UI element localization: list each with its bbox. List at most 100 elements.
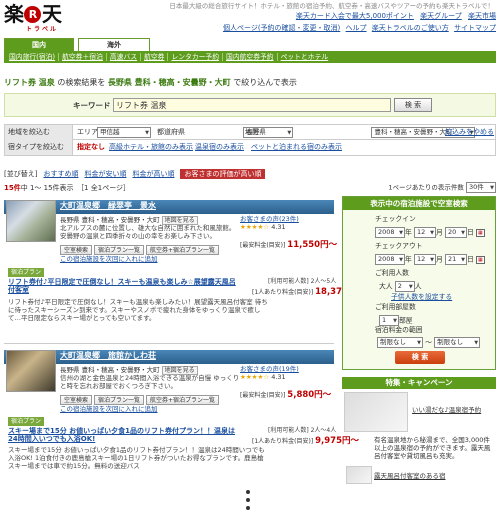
feature-rotenburo-link[interactable]: 露天風呂付客室のある宿 (374, 472, 496, 480)
plan-description: スキー場まで15分 お値いっぱい夕食1品のリフト券付プラン！！温泉は24時間いつ… (8, 446, 265, 471)
pref-label: 都道府県 (157, 128, 185, 136)
tab-overseas[interactable]: 海外 (78, 38, 150, 51)
calendar-icon[interactable]: ▦ (475, 228, 485, 237)
category-item[interactable]: 国内旅行(宿泊) (6, 52, 60, 62)
category-item[interactable]: 航空券 (141, 52, 169, 62)
clear-filter-link[interactable]: 絞込みをやめる (445, 128, 494, 136)
category-item[interactable]: 国内航空券予約 (223, 52, 278, 62)
rating-score: 4.31 (271, 372, 286, 381)
checkin-month-select[interactable]: 12 (413, 227, 436, 238)
checkin-date: 2008年 12月 20日 ▦ (375, 227, 485, 238)
unit-month: 月 (435, 255, 443, 264)
air-plan-button[interactable]: 航空券+宿泊プラン一覧 (146, 245, 220, 255)
budget-min-select[interactable]: 制限なし (377, 337, 423, 348)
category-item[interactable]: レンタカー予約 (168, 52, 224, 62)
hotel-buttons: 空室検索 宿泊プラン一覧 航空券+宿泊プラン一覧 (60, 395, 221, 405)
unit-day: 日 (466, 228, 474, 237)
sort-recommended[interactable]: おすすめ順 (43, 170, 78, 178)
side-search-button[interactable]: 検 索 (395, 351, 445, 364)
logo-text-raku: 楽 (4, 2, 24, 26)
guide-link[interactable]: 楽天トラベルのご使い方 (372, 24, 449, 32)
results-heading: リフト券 温泉 の検索結果を 長野県 豊科・穂高・安曇野・大町 で絞り込んで表示 (4, 78, 297, 88)
tagline: 日本最大級の総合旅行サイト！ホテル・旅館の宿泊予約、航空券・高速バスやツアーの予… (169, 2, 494, 10)
plan-capacity: [利用可能人数] 2人～5人 (268, 278, 337, 285)
checkout-year-select[interactable]: 2008 (375, 254, 405, 265)
category-item[interactable]: 航空券＋宿泊 (59, 52, 107, 62)
checkout-month-select[interactable]: 12 (413, 254, 436, 265)
plan-description: リフト券付♪平日限定で圧倒なし！スキーも温泉も楽しみたい！展望露天風呂付客室 待… (8, 298, 268, 323)
air-plan-button[interactable]: 航空券+宿泊プラン一覧 (146, 395, 220, 405)
keyword-input[interactable]: リフト券 温泉 (113, 98, 391, 112)
region-label: 地区 (245, 128, 259, 136)
plan-list-button[interactable]: 宿泊プラン一覧 (94, 245, 145, 255)
feature-thumb-image[interactable] (346, 466, 372, 484)
calendar-icon[interactable]: ▦ (475, 255, 485, 264)
sort-price-high[interactable]: 料金が高い順 (132, 170, 174, 178)
sort-price-low[interactable]: 料金が安い順 (84, 170, 126, 178)
add-favorite-link[interactable]: この宿泊施設を次回に入れに追加 (60, 405, 158, 414)
heading-suffix: で絞り込んで表示 (230, 78, 297, 87)
type-link-onsen[interactable]: 温泉宿のみ表示 (195, 143, 244, 151)
plan-capacity: [利用可能人数] 2人～4人 (268, 427, 337, 434)
tab-domestic[interactable]: 国内 (4, 38, 74, 51)
per-page-select[interactable]: 30件 (466, 182, 496, 193)
logo-r-mark: R (24, 5, 41, 23)
divider (4, 343, 334, 344)
plan-title-link[interactable]: リフト券付♪平日限定で圧倒なし！スキーも温泉も楽しみ☆展望露天風呂付客室 (8, 278, 238, 295)
type-link-luxury[interactable]: 高級ホテル・旅館のみ表示 (109, 143, 193, 151)
top-nav-ichiba-link[interactable]: 楽天市場 (468, 12, 496, 20)
hotel-reviews: お客さまの声(19件) ★★★★☆ 4.31 (240, 365, 299, 382)
checkout-label: チェックアウト (375, 242, 423, 250)
unit-day: 日 (466, 255, 474, 264)
filter-panel: 地域を絞込む エリア 甲信越 都道府県 長野県 地区 豊科・穂高・安曇野・大町 … (4, 124, 496, 156)
mypage-link[interactable]: 個人ページ(予約の確認・変更・取消) (223, 24, 340, 32)
category-item[interactable]: 高速バス (107, 52, 142, 62)
feature-banner-image[interactable] (344, 392, 408, 432)
hotel-info: 長野県 豊科・穂高・安曇野・大町 地図を見る 信州の湖と金色温泉と24時間入浴でき… (60, 366, 240, 391)
plan-price-label: [1人あたり料金(目安)] (252, 438, 314, 445)
hotel-min-price: [最安料金(目安)] 11,550円～ (240, 240, 337, 250)
top-nav-group-link[interactable]: 楽天グループ (420, 12, 462, 20)
sort-rating-active[interactable]: お客さまの評価が高い順 (180, 169, 266, 180)
rooms-select[interactable]: 1 (379, 315, 399, 326)
help-link[interactable]: ヘルプ (346, 24, 367, 32)
feature-onsen-link[interactable]: いい湯だな♪温泉宿予約 (412, 406, 496, 414)
plan-list-button[interactable]: 宿泊プラン一覧 (94, 395, 145, 405)
category-nav: 国内旅行(宿泊) 航空券＋宿泊 高速バス 航空券 レンタカー予約 国内航空券予約… (4, 51, 496, 63)
hotel-photo[interactable] (6, 200, 56, 242)
add-favorite-link[interactable]: この宿泊施設を次回に入れに追加 (60, 255, 158, 264)
category-item[interactable]: ペットとホテル (278, 53, 332, 61)
plan-title-link[interactable]: スキー場まで15分 お値いっぱい夕食1品のリフト券付プラン！！温泉は24時間入い… (8, 427, 238, 444)
budget-range: 制限なし ～ 制限なし (377, 337, 481, 348)
search-button[interactable]: 検 索 (394, 98, 432, 112)
vacancy-button[interactable]: 空室検索 (60, 245, 93, 255)
hotel-name-link[interactable]: 大町温泉郷 旅館かしわ荘 (60, 351, 156, 361)
filter-row-area: 地域を絞込む エリア 甲信越 都道府県 長野県 地区 豊科・穂高・安曇野・大町 … (5, 125, 495, 140)
hotel-card-2: 大町温泉郷 旅館かしわ荘 長野県 豊科・穂高・安曇野・大町 地図を見る 信州の湖と… (4, 350, 359, 490)
sitemap-link[interactable]: サイトマップ (454, 24, 496, 32)
child-count-link[interactable]: 子供人数を設定する (391, 293, 452, 301)
checkout-day-select[interactable]: 21 (444, 254, 467, 265)
hotel-card-1: 大町温泉郷 緑翠亭 景水 長野県 豊科・穂高・安曇野・大町 地図を見る 北アルプス… (4, 200, 365, 350)
heading-area: 長野県 豊科・穂高・安曇野・大町 (107, 78, 231, 87)
top-nav-secondary: 個人ページ(予約の確認・変更・取消) ヘルプ 楽天トラベルのご使い方 サイトマッ… (220, 24, 496, 32)
hotel-photo[interactable] (6, 350, 56, 392)
checkin-day-select[interactable]: 20 (444, 227, 467, 238)
reviews-link[interactable]: お客さまの声(19件) (240, 365, 299, 373)
budget-max-select[interactable]: 制限なし (434, 337, 481, 348)
per-page-control: 1ページあたりの表示件数 30件 (388, 182, 496, 193)
area-select[interactable]: 甲信越 (97, 127, 151, 138)
checkin-year-select[interactable]: 2008 (375, 227, 405, 238)
reviews-link[interactable]: お客さまの声(23件) (240, 215, 299, 223)
vacancy-button[interactable]: 空室検索 (60, 395, 93, 405)
type-link-pet[interactable]: ペットと泊まれる宿のみ表示 (251, 143, 342, 151)
per-page-label: 1ページあたりの表示件数 (388, 183, 464, 192)
adult-select[interactable]: 2 (394, 281, 415, 292)
price-value: 11,550円～ (287, 240, 338, 250)
side-vacancy-search: 表示中の宿泊施設で空室検索 チェックイン 2008年 12月 20日 ▦ チェッ… (342, 196, 496, 370)
hotel-name-link[interactable]: 大町温泉郷 緑翠亭 景水 (60, 201, 156, 211)
rakuten-travel-logo[interactable]: 楽R天 トラベル (4, 2, 82, 38)
top-nav-card-link[interactable]: 楽天カード入会で最大5,000ポイント (296, 12, 414, 20)
area-label: エリア (77, 128, 98, 136)
hotel-min-price: [最安料金(目安)] 5,880円～ (240, 390, 331, 400)
